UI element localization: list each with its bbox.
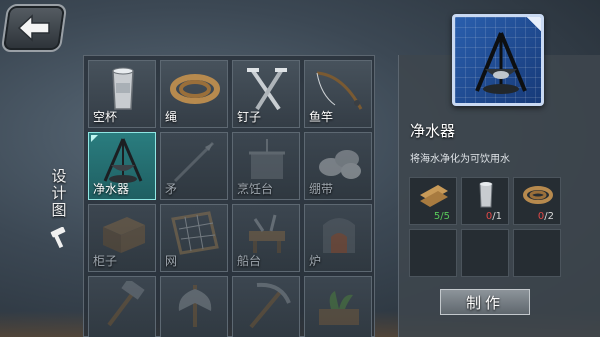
recipe-name: 网 [165,254,178,268]
blueprint-tab[interactable]: 设计图 [42,168,76,260]
requirement-count-need: /1 [492,211,502,222]
spear-icon [173,141,215,183]
cup-icon [479,182,493,208]
requirement-slot: 5/5 [409,177,457,225]
recipe-name: 净水器 [93,182,130,196]
recipe-cell-fishing-rod[interactable]: 鱼竿 [304,60,372,128]
recipe-cell-bandage[interactable]: 绷带 [304,132,372,200]
recipe-cell-furnace[interactable]: 炉 [304,204,372,272]
recipe-cell-cup[interactable]: 空杯 [88,60,156,128]
requirement-count: 0/1 [486,211,502,222]
planks-icon [420,185,448,207]
recipe-name: 空杯 [93,110,118,124]
recipe-name: 炉 [309,254,322,268]
recipe-grid: 空杯 绳 钉子 鱼竿 净水器 矛 烹饪台 绷带 柜子 网 船台 炉 [83,55,375,337]
rope-icon [170,74,220,104]
requirement-slot: 0/2 [513,177,561,225]
blueprint-card [452,14,544,106]
detail-title: 净水器 [410,122,456,140]
requirement-slot: 0/1 [461,177,509,225]
requirement-slot-empty [513,229,561,277]
recipe-cell-net[interactable]: 网 [160,204,228,272]
requirement-slot-empty [461,229,509,277]
requirement-count: 0/2 [538,211,554,222]
recipe-cell-water-purifier[interactable]: 净水器 [88,132,156,200]
fishing-rod-icon [316,71,363,110]
axe-icon [178,285,212,327]
recipe-cell-axe[interactable] [160,276,228,337]
requirement-count-need: /5 [440,211,450,222]
recipe-cell-rope[interactable]: 绳 [160,60,228,128]
recipe-name: 钉子 [237,110,262,124]
requirement-slot-empty [409,229,457,277]
recipe-cell-cabinet[interactable]: 柜子 [88,204,156,272]
recipe-cell-nails[interactable]: 钉子 [232,60,300,128]
recipe-name: 绳 [165,110,178,124]
cooking-station-icon [249,139,285,179]
detail-description: 将海水净化为可饮用水 [410,154,510,165]
rope-icon [523,186,553,204]
boat-station-icon [249,214,285,253]
recipe-cell-planter[interactable] [304,276,372,337]
recipe-name: 柜子 [93,254,118,268]
recipe-name: 鱼竿 [309,110,334,124]
hammer-icon [49,226,69,253]
net-icon [171,211,219,255]
requirement-count-need: /2 [544,211,554,222]
recipe-cell-hammer[interactable] [88,276,156,337]
water-purifier-icon [103,138,143,183]
recipe-name: 绷带 [309,182,334,196]
water-purifier-blueprint-icon [475,32,527,94]
recipe-name: 矛 [165,182,178,196]
blueprint-tab-label: 设计图 [49,168,68,219]
recipe-cell-pickaxe[interactable] [232,276,300,337]
requirement-count: 5/5 [434,211,450,222]
recipe-cell-spear[interactable]: 矛 [160,132,228,200]
requirements-grid: 5/5 0/1 0/2 [409,177,561,277]
cup-icon [112,67,134,110]
back-arrow-icon [17,14,50,42]
recipe-name: 船台 [237,254,262,268]
back-button[interactable] [0,4,68,52]
cabinet-icon [103,217,145,253]
hammer-tool-icon [107,281,145,327]
bandage-icon [319,150,361,179]
pickaxe-icon [249,282,291,329]
nails-icon [247,68,287,111]
recipe-name: 烹饪台 [237,182,274,196]
furnace-icon [323,218,355,253]
craft-button[interactable]: 制作 [440,289,530,315]
recipe-cell-cooking-station[interactable]: 烹饪台 [232,132,300,200]
recipe-cell-boat-station[interactable]: 船台 [232,204,300,272]
planter-icon [319,291,359,325]
